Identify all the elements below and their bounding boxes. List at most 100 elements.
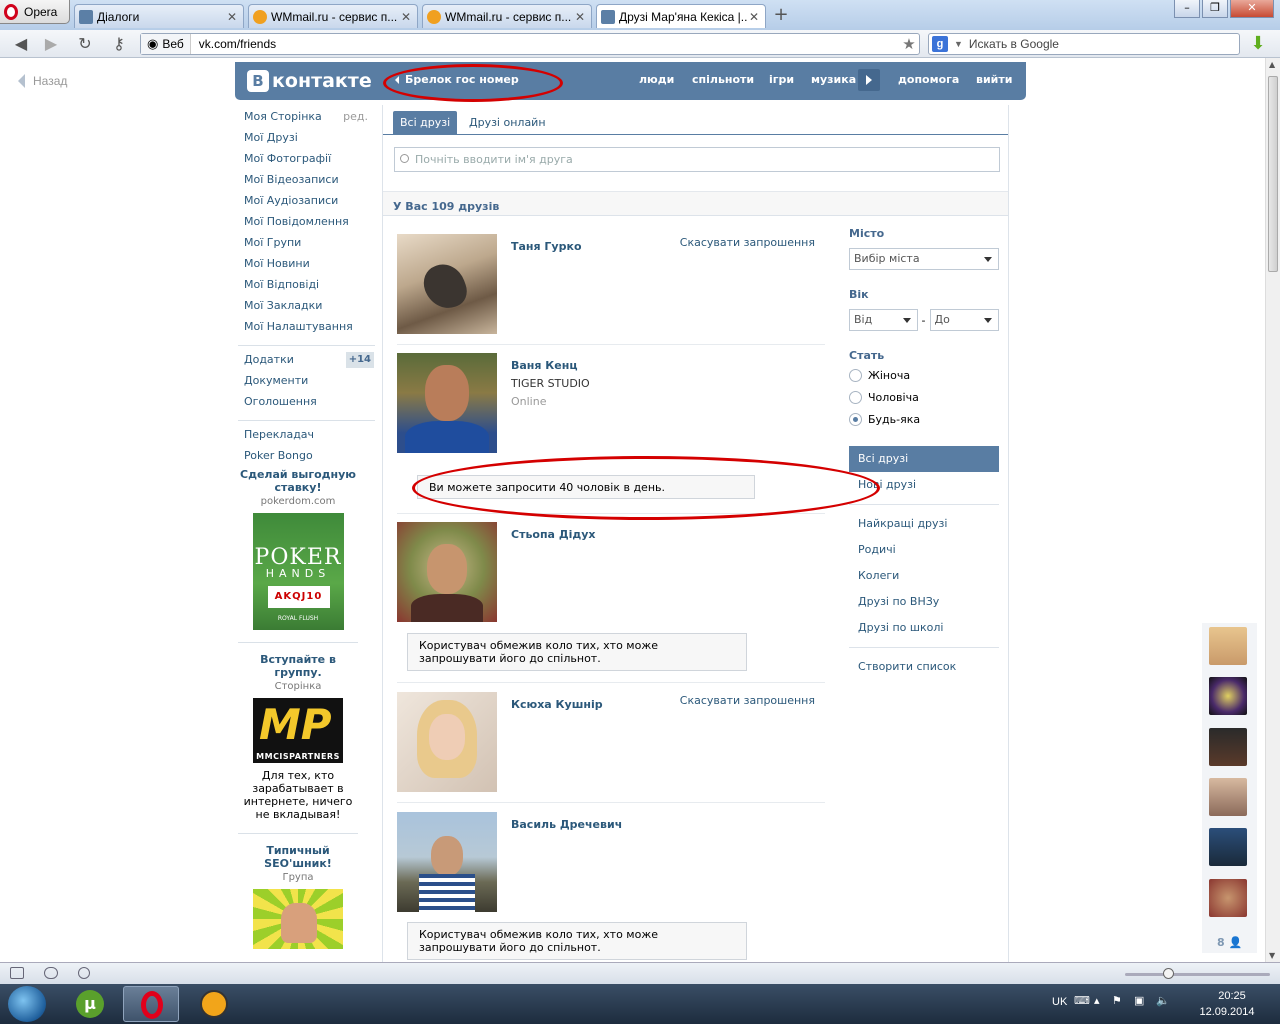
age-from-select[interactable]: Від (849, 309, 918, 331)
tab-wmmail-1[interactable]: WMmail.ru - сервис п... ✕ (248, 4, 418, 28)
back-arrow-icon[interactable]: ◀ (12, 35, 30, 53)
list-relatives[interactable]: Родичі (849, 537, 999, 563)
friend-photo[interactable] (397, 234, 497, 334)
list-all-friends[interactable]: Всі друзі (849, 446, 999, 472)
menu-my-friends[interactable]: Мої Друзі (244, 131, 374, 152)
tray-arrow-icon[interactable]: ▴ (1094, 994, 1100, 1007)
flag-icon[interactable]: ⚑ (1112, 994, 1122, 1007)
menu-apps[interactable]: Додатки +14 (244, 352, 374, 374)
speed-dial-icon[interactable] (78, 967, 90, 979)
online-friend-avatar[interactable] (1209, 778, 1247, 816)
address-bar[interactable]: ◉ Веб vk.com/friends ★ (140, 33, 920, 55)
nav-logout[interactable]: вийти (976, 73, 1012, 86)
friend-name[interactable]: Василь Дречевич (511, 818, 622, 831)
network-icon[interactable]: ▣ (1134, 994, 1144, 1007)
gender-male-radio[interactable]: Чоловіча (849, 386, 999, 408)
zoom-slider-knob[interactable] (1163, 968, 1174, 979)
menu-poker-bongo[interactable]: Poker Bongo (244, 449, 374, 470)
online-friend-avatar[interactable] (1209, 677, 1247, 715)
list-school-friends[interactable]: Друзі по школі (849, 615, 999, 641)
online-friend-avatar[interactable] (1209, 728, 1247, 766)
cancel-invite-link[interactable]: Скасувати запрошення (680, 236, 815, 249)
zoom-slider[interactable] (1125, 968, 1270, 979)
tab-close-icon[interactable]: ✕ (573, 10, 587, 24)
menu-my-messages[interactable]: Мої Повідомлення (244, 215, 374, 236)
address-url[interactable]: vk.com/friends (191, 37, 899, 51)
tab-close-icon[interactable]: ✕ (399, 10, 413, 24)
friend-photo[interactable] (397, 692, 497, 792)
friend-name[interactable]: Таня Гурко (511, 240, 582, 253)
clock-time[interactable]: 20:25 (1202, 990, 1262, 1002)
clock-date[interactable]: 12.09.2014 (1190, 1006, 1264, 1018)
friend-search-input[interactable]: Почніть вводити ім'я друга (394, 147, 1000, 172)
menu-my-bookmarks[interactable]: Мої Закладки (244, 299, 374, 320)
opera-menu-button[interactable]: Opera (0, 0, 70, 24)
list-best-friends[interactable]: Найкращі друзі (849, 511, 999, 537)
scroll-down-icon[interactable]: ▼ (1269, 951, 1275, 960)
online-friend-avatar[interactable] (1209, 828, 1247, 866)
nav-music[interactable]: музика (811, 73, 856, 86)
online-friend-avatar[interactable] (1209, 627, 1247, 665)
language-indicator[interactable]: UK (1052, 996, 1067, 1008)
cancel-invite-link[interactable]: Скасувати запрошення (680, 694, 815, 707)
menu-translator[interactable]: Перекладач (244, 428, 374, 449)
download-icon[interactable]: ⬇ (1248, 33, 1268, 55)
reload-icon[interactable]: ↻ (76, 35, 94, 53)
search-field[interactable]: g ▼ Искать в Google (928, 33, 1240, 55)
friend-name[interactable]: Стьопа Дідух (511, 528, 596, 541)
friend-photo[interactable] (397, 522, 497, 622)
list-university-friends[interactable]: Друзі по ВНЗу (849, 589, 999, 615)
gender-female-radio[interactable]: Жіноча (849, 364, 999, 386)
tab-dialogs[interactable]: Діалоги ✕ (74, 4, 244, 28)
nav-help[interactable]: допомога (898, 73, 959, 86)
menu-my-videos[interactable]: Мої Відеозаписи (244, 173, 374, 194)
nav-games[interactable]: ігри (769, 73, 794, 86)
list-colleagues[interactable]: Колеги (849, 563, 999, 589)
age-to-select[interactable]: До (929, 309, 999, 331)
menu-my-groups[interactable]: Мої Групи (244, 236, 374, 257)
opera-taskbar-icon[interactable] (123, 986, 179, 1022)
seo-ad-image[interactable] (253, 889, 343, 949)
gender-any-radio[interactable]: Будь-яка (849, 408, 999, 430)
nav-communities[interactable]: спільноти (692, 73, 754, 86)
tab-wmmail-2[interactable]: WMmail.ru - сервис п... ✕ (422, 4, 592, 28)
menu-documents[interactable]: Документи (244, 374, 374, 395)
vertical-scrollbar[interactable]: ▲ ▼ (1265, 58, 1280, 962)
back-link[interactable]: Назад (18, 74, 67, 88)
bookmark-star-icon[interactable]: ★ (899, 35, 919, 53)
menu-my-page[interactable]: Моя Сторінка ред. (244, 110, 374, 131)
ad-title[interactable]: Вступайте в группу. (238, 653, 358, 679)
menu-my-photos[interactable]: Мої Фотографії (244, 152, 374, 173)
friend-name[interactable]: Ваня Кенц (511, 359, 578, 372)
music-play-icon[interactable] (858, 69, 880, 91)
tab-vk-friends[interactable]: Друзі Мар'яна Кекіса |... ✕ (596, 4, 766, 28)
menu-my-settings[interactable]: Мої Налаштування (244, 320, 374, 341)
vlc-taskbar-icon[interactable] (186, 986, 242, 1022)
close-window-button[interactable]: ✕ (1230, 0, 1274, 18)
friend-photo[interactable] (397, 353, 497, 453)
new-tab-button[interactable]: + (770, 5, 792, 27)
search-engine-dropdown-icon[interactable]: ▼ (954, 39, 963, 49)
cloud-icon[interactable] (44, 967, 58, 979)
friend-name[interactable]: Ксюха Кушнір (511, 698, 603, 711)
vk-logo[interactable]: В контакте (247, 70, 372, 92)
menu-ads[interactable]: Оголошення (244, 395, 374, 416)
windows-start-button[interactable] (8, 986, 46, 1022)
scroll-up-icon[interactable]: ▲ (1269, 60, 1275, 69)
friend-photo[interactable] (397, 812, 497, 912)
minimize-button[interactable]: – (1174, 0, 1200, 18)
tab-close-icon[interactable]: ✕ (747, 10, 761, 24)
key-icon[interactable]: ⚷ (106, 35, 132, 53)
ad-title[interactable]: Типичный SEO'шник! (238, 844, 358, 870)
scrollbar-thumb[interactable] (1268, 76, 1278, 272)
poker-ad-image[interactable]: POKER HANDS AKQJ10 ROYAL FLUSH (252, 513, 344, 630)
tab-friends-online[interactable]: Друзі онлайн (462, 111, 553, 135)
keyboard-icon[interactable]: ⌨ (1074, 994, 1090, 1007)
online-friend-avatar[interactable] (1209, 879, 1247, 917)
menu-my-audio[interactable]: Мої Аудіозаписи (244, 194, 374, 215)
maximize-button[interactable]: ❐ (1202, 0, 1228, 18)
volume-icon[interactable]: 🔈 (1156, 994, 1170, 1007)
create-list-link[interactable]: Створити список (849, 654, 999, 680)
forward-arrow-icon[interactable]: ▶ (42, 35, 60, 53)
menu-my-replies[interactable]: Мої Відповіді (244, 278, 374, 299)
